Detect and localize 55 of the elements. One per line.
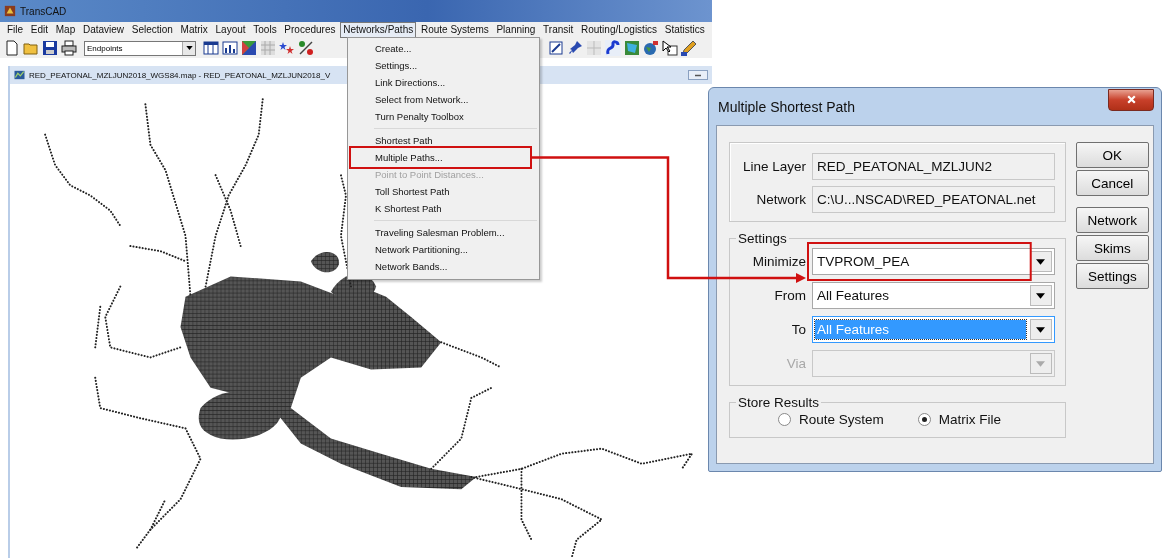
menu-item[interactable]: Routing/Logistics xyxy=(577,22,661,38)
read-only-field: C:\U...NSCAD\RED_PEATONAL.net xyxy=(812,186,1055,213)
field-label: Network xyxy=(755,192,806,207)
dropdown-field[interactable]: All Features xyxy=(812,282,1055,309)
layer-dropdown[interactable]: Endpoints xyxy=(84,40,196,56)
dialog-button[interactable]: Skims xyxy=(1075,235,1149,261)
dialog-button[interactable]: Settings xyxy=(1075,263,1149,289)
menu-item[interactable]: Layout xyxy=(212,22,249,38)
dropdown-field[interactable]: TVPROM_PEA xyxy=(812,248,1055,275)
menu-item[interactable]: Selection xyxy=(128,22,176,38)
group-title: Store Results xyxy=(737,395,821,410)
menu-item[interactable]: File xyxy=(4,22,27,38)
field-label: From xyxy=(773,288,806,303)
menu-item[interactable]: Network Bands... xyxy=(350,258,537,275)
menu-item[interactable]: Turn Penalty Toolbox xyxy=(350,108,537,125)
dialog-title: Multiple Shortest Path xyxy=(718,98,855,115)
menu-item[interactable]: Multiple Paths... xyxy=(350,149,537,166)
menu-item[interactable]: Planning xyxy=(493,22,539,38)
menu-item[interactable]: Toll Shortest Path xyxy=(350,183,537,200)
dropdown-value: TVPROM_PEA xyxy=(816,253,911,271)
dropdown-value: All Features xyxy=(815,320,1026,339)
menu-item[interactable]: Statistics xyxy=(661,22,708,38)
menu-item[interactable]: Dataview xyxy=(79,22,128,38)
field-label: Minimize xyxy=(751,254,806,269)
radio-label: Route System xyxy=(799,412,884,427)
window-title: TransCAD xyxy=(20,5,67,17)
menu-item[interactable]: Tools xyxy=(250,22,280,38)
dialog-button[interactable]: Cancel xyxy=(1075,170,1149,196)
dialog-button[interactable]: Network xyxy=(1075,207,1149,233)
map-window-title: RED_PEATONAL_MZLJUN2018_WGS84.map - RED_PEATONAL_MZLJUN2018_V xyxy=(29,70,331,80)
field-label: Via xyxy=(785,356,806,371)
radio-label: Matrix File xyxy=(938,412,1002,427)
dialog-button[interactable]: OK xyxy=(1075,142,1149,168)
menu-item[interactable]: Procedures xyxy=(281,22,339,38)
menu-item[interactable]: Transit xyxy=(540,22,577,38)
field-label: To xyxy=(790,322,806,337)
menu-item[interactable]: Networks/Paths xyxy=(340,22,417,38)
menu-item[interactable]: Select from Network... xyxy=(350,91,537,108)
read-only-field: RED_PEATONAL_MZLJUN2 xyxy=(812,153,1055,180)
menu-item[interactable]: Shortest Path xyxy=(350,132,537,149)
menu-item[interactable]: Link Directions... xyxy=(350,74,537,91)
menu-item[interactable]: Network Partitioning... xyxy=(350,241,537,258)
menu-item[interactable]: Map xyxy=(52,22,79,38)
radio-option[interactable]: Route System xyxy=(778,412,884,427)
menu-item[interactable]: Create... xyxy=(350,40,537,57)
menu-item[interactable]: Settings... xyxy=(350,57,537,74)
menu-item[interactable]: Edit xyxy=(27,22,52,38)
radio-option[interactable]: Matrix File xyxy=(917,412,1002,427)
menu-item[interactable]: Matrix xyxy=(177,22,211,38)
dropdown-value: All Features xyxy=(816,287,891,305)
menu-item[interactable]: Traveling Salesman Problem... xyxy=(350,224,537,241)
group-title: Settings xyxy=(737,231,788,246)
menu-item[interactable]: Route Systems xyxy=(417,22,492,38)
field-label: Line Layer xyxy=(741,159,806,174)
menu-item[interactable]: K Shortest Path xyxy=(350,200,537,217)
